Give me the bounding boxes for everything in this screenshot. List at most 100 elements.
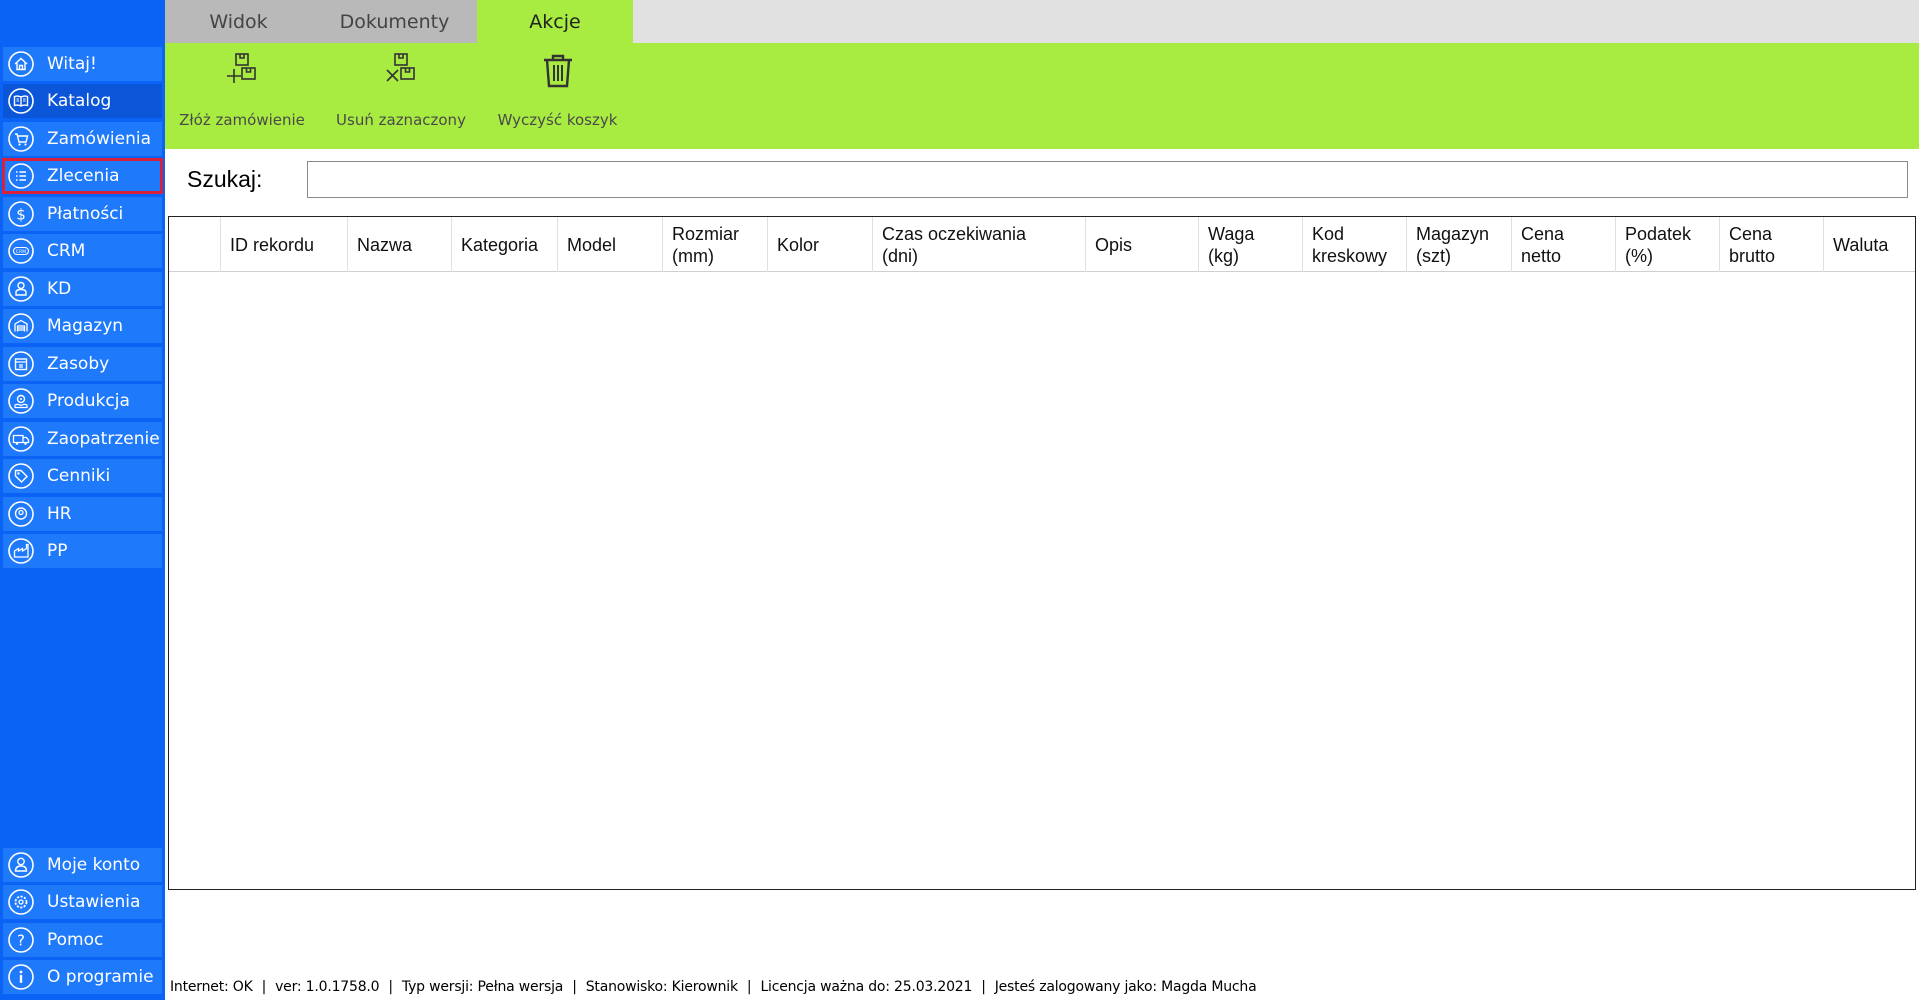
column-header-selector[interactable] <box>169 217 221 272</box>
sidebar-item-kd[interactable]: KD <box>3 272 162 306</box>
column-header[interactable]: ID rekordu <box>221 217 348 272</box>
place-order-button[interactable]: Złóż zamówienie <box>177 43 307 149</box>
sidebar-item-hr[interactable]: HR <box>3 497 162 531</box>
sidebar-item-witaj[interactable]: Witaj! <box>3 47 162 81</box>
column-header[interactable]: Waluta <box>1824 217 1919 272</box>
column-header[interactable]: Podatek (%) <box>1616 217 1720 272</box>
column-header-line: Kolor <box>777 234 820 255</box>
column-header-text: Cena netto <box>1521 223 1564 267</box>
sidebar-item-label: Witaj! <box>47 54 97 74</box>
sidebar-item-katalog[interactable]: Katalog <box>3 84 162 118</box>
home-icon <box>7 50 35 78</box>
gear-hand-icon <box>7 387 35 415</box>
column-header-line: Nazwa <box>357 234 413 255</box>
ribbon-button-label: Usuń zaznaczony <box>336 111 466 129</box>
person-lock-icon <box>7 275 35 303</box>
column-header-text: Kolor <box>777 234 819 256</box>
column-header-text: Rozmiar (mm) <box>672 223 739 267</box>
column-header-line: brutto <box>1729 245 1776 266</box>
column-header-line: Opis <box>1095 234 1133 255</box>
tab-dokumenty[interactable]: Dokumenty <box>312 0 477 43</box>
sidebar-item-pp[interactable]: PP <box>3 534 162 568</box>
truck-icon <box>7 425 35 453</box>
column-header-line: Magazyn <box>1416 223 1490 244</box>
clear-cart-button[interactable]: Wyczyść koszyk <box>495 43 620 149</box>
column-header[interactable]: Cena brutto <box>1720 217 1824 272</box>
column-header-line: Cena <box>1521 223 1565 244</box>
trash-icon <box>538 51 578 91</box>
column-header[interactable]: Model <box>558 217 663 272</box>
column-header-text: Czas oczekiwania (dni) <box>882 223 1026 267</box>
sidebar-item-label: Zlecenia <box>47 166 120 186</box>
dollar-icon: $ <box>7 200 35 228</box>
book-icon <box>7 87 35 115</box>
column-header-line: Podatek <box>1625 223 1692 244</box>
sidebar-item-label: O programie <box>47 967 154 987</box>
sidebar-item-platnosci[interactable]: $ Płatności <box>3 197 162 231</box>
sidebar-item-label: Ustawienia <box>47 892 141 912</box>
status-bar: Internet: OK | ver: 1.0.1758.0 | Typ wersji:… <box>170 979 1257 995</box>
column-header-text: Cena brutto <box>1729 223 1775 267</box>
sidebar-item-produkcja[interactable]: Produkcja <box>3 384 162 418</box>
tab-label: Widok <box>209 10 268 33</box>
tag-icon <box>7 462 35 490</box>
column-header-text: Kategoria <box>461 234 538 256</box>
sidebar-item-label: HR <box>47 504 72 524</box>
sidebar-item-ustawienia[interactable]: Ustawienia <box>3 885 162 919</box>
sidebar-item-zlecenia[interactable]: Zlecenia <box>2 158 163 194</box>
question-icon: ? <box>7 926 35 954</box>
column-header[interactable]: Kategoria <box>452 217 558 272</box>
grid-body <box>169 273 1915 889</box>
tab-label: Akcje <box>529 10 581 33</box>
column-header-text: Nazwa <box>357 234 412 256</box>
column-header[interactable]: Czas oczekiwania (dni) <box>873 217 1086 272</box>
tab-widok[interactable]: Widok <box>165 0 312 43</box>
column-header[interactable]: Rozmiar (mm) <box>663 217 768 272</box>
sidebar-item-zasoby[interactable]: Zasoby <box>3 347 162 381</box>
column-header[interactable]: Opis <box>1086 217 1199 272</box>
sidebar-item-label: Magazyn <box>47 316 124 336</box>
sidebar-item-zaopatrzenie[interactable]: Zaopatrzenie <box>3 422 162 456</box>
settings-icon <box>7 888 35 916</box>
column-header[interactable]: Cena netto <box>1512 217 1616 272</box>
sidebar-item-magazyn[interactable]: Magazyn <box>3 309 162 343</box>
column-header[interactable]: Kolor <box>768 217 873 272</box>
sidebar-item-moje-konto[interactable]: Moje konto <box>3 848 162 882</box>
crm-icon: CRM <box>7 237 35 265</box>
box-icon <box>7 350 35 378</box>
factory-icon <box>7 537 35 565</box>
user-icon <box>7 851 35 879</box>
remove-selected-button[interactable]: Usuń zaznaczony <box>331 43 471 149</box>
column-header-text: ID rekordu <box>230 234 314 256</box>
column-header-line: Waga <box>1208 223 1255 244</box>
column-header-line: (szt) <box>1416 245 1451 266</box>
sidebar-item-pomoc[interactable]: ? Pomoc <box>3 923 162 957</box>
column-header-text: Model <box>567 234 616 256</box>
svg-text:?: ? <box>17 932 25 950</box>
svg-text:$: $ <box>16 206 26 224</box>
sidebar-item-o-programie[interactable]: O programie <box>3 960 162 994</box>
column-header[interactable]: Nazwa <box>348 217 452 272</box>
column-header-text: Opis <box>1095 234 1132 256</box>
tab-akcje[interactable]: Akcje <box>477 0 633 43</box>
sidebar-item-label: Pomoc <box>47 930 104 950</box>
search-input[interactable] <box>307 161 1908 198</box>
sidebar-item-crm[interactable]: CRM CRM <box>3 234 162 268</box>
column-header-line: ID rekordu <box>230 234 315 255</box>
column-header[interactable]: Kod kreskowy <box>1303 217 1407 272</box>
sidebar-item-cenniki[interactable]: Cenniki <box>3 459 162 493</box>
column-header-text: Waga (kg) <box>1208 223 1254 267</box>
info-icon <box>7 963 35 991</box>
sidebar-item-label: Produkcja <box>47 391 130 411</box>
column-header-line: kreskowy <box>1312 245 1388 266</box>
sidebar-item-label: Zasoby <box>47 354 110 374</box>
status-edition: Typ wersji: Pełna wersja <box>401 979 564 995</box>
column-header[interactable]: Magazyn (szt) <box>1407 217 1512 272</box>
sidebar-item-label: Zamówienia <box>47 129 152 149</box>
column-header[interactable]: Waga (kg) <box>1199 217 1303 272</box>
column-header-line: netto <box>1521 245 1562 266</box>
tab-bar: Widok Dokumenty Akcje <box>165 0 1919 43</box>
sidebar-item-label: CRM <box>47 241 86 261</box>
sidebar-item-zamowienia[interactable]: Zamówienia <box>3 122 162 156</box>
column-header-line: (mm) <box>672 245 714 266</box>
